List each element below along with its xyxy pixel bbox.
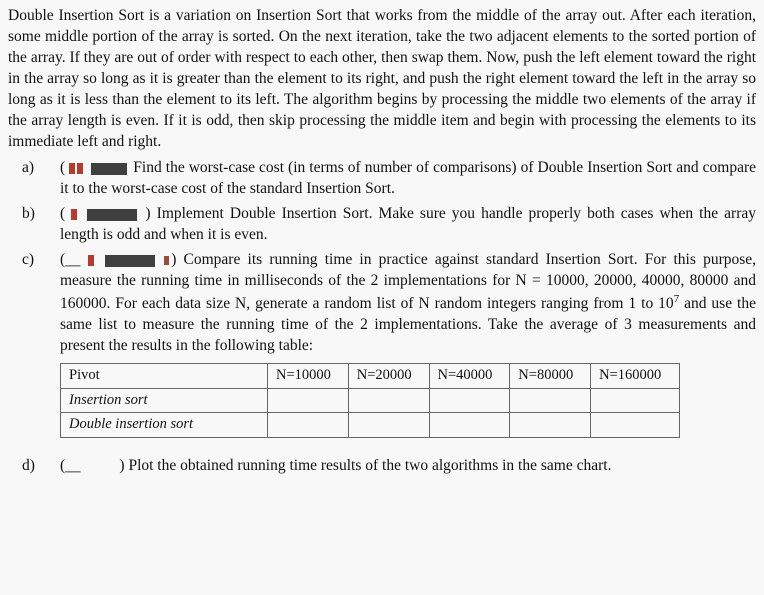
body-d: (⸏ ) Plot the obtained running time resu… xyxy=(60,456,756,477)
paren-open: (⸏ xyxy=(60,251,88,268)
cell xyxy=(268,413,349,438)
table-header-row: Pivot N=10000 N=20000 N=40000 N=80000 N=… xyxy=(61,364,680,389)
paren-open: (⸏ ) xyxy=(60,457,128,474)
cell xyxy=(591,413,680,438)
question-b: b) ( ) Implement Double Insertion Sort. … xyxy=(8,204,756,246)
table-row: Double insertion sort xyxy=(61,413,680,438)
text-a: Find the worst-case cost (in terms of nu… xyxy=(60,159,756,197)
redact-dots xyxy=(69,158,85,179)
th-n20000: N=20000 xyxy=(348,364,429,389)
question-d: d) (⸏ ) Plot the obtained running time r… xyxy=(8,456,756,477)
text-c1: ) Compare its running time in practice a… xyxy=(171,251,696,268)
th-n10000: N=10000 xyxy=(268,364,349,389)
redact-dots xyxy=(71,204,79,225)
redact-block xyxy=(91,163,127,175)
label-b: b) xyxy=(8,204,60,246)
th-pivot: Pivot xyxy=(61,364,268,389)
label-c: c) xyxy=(8,250,60,441)
th-n40000: N=40000 xyxy=(429,364,510,389)
body-a: ( Find the worst-case cost (in terms of … xyxy=(60,158,756,200)
cell xyxy=(348,413,429,438)
redact-dots xyxy=(88,250,96,271)
cell xyxy=(348,388,429,413)
cell xyxy=(268,388,349,413)
th-n80000: N=80000 xyxy=(510,364,591,389)
question-c: c) (⸏ ) Compare its running time in prac… xyxy=(8,250,756,441)
body-b: ( ) Implement Double Insertion Sort. Mak… xyxy=(60,204,756,246)
row-double-insertion: Double insertion sort xyxy=(61,413,268,438)
question-a: a) ( Find the worst-case cost (in terms … xyxy=(8,158,756,200)
th-n160000: N=160000 xyxy=(591,364,680,389)
body-c: (⸏ ) Compare its running time in practic… xyxy=(60,250,756,441)
redact-block xyxy=(105,255,155,267)
label-d: d) xyxy=(8,456,60,477)
cell xyxy=(510,388,591,413)
text-b: Implement Double Insertion Sort. Make su… xyxy=(60,205,756,243)
question-list: a) ( Find the worst-case cost (in terms … xyxy=(8,158,756,476)
intro-paragraph: Double Insertion Sort is a variation on … xyxy=(8,6,756,152)
label-a: a) xyxy=(8,158,60,200)
cell xyxy=(429,388,510,413)
redact-block xyxy=(87,209,137,221)
cell xyxy=(429,413,510,438)
table-row: Insertion sort xyxy=(61,388,680,413)
text-d: Plot the obtained running time results o… xyxy=(128,457,611,474)
cell xyxy=(591,388,680,413)
paren-close: ) xyxy=(145,205,156,222)
row-insertion: Insertion sort xyxy=(61,388,268,413)
cell xyxy=(510,413,591,438)
paren-open: ( xyxy=(60,205,71,222)
results-table: Pivot N=10000 N=20000 N=40000 N=80000 N=… xyxy=(60,363,680,438)
paren-open: ( xyxy=(60,159,69,176)
